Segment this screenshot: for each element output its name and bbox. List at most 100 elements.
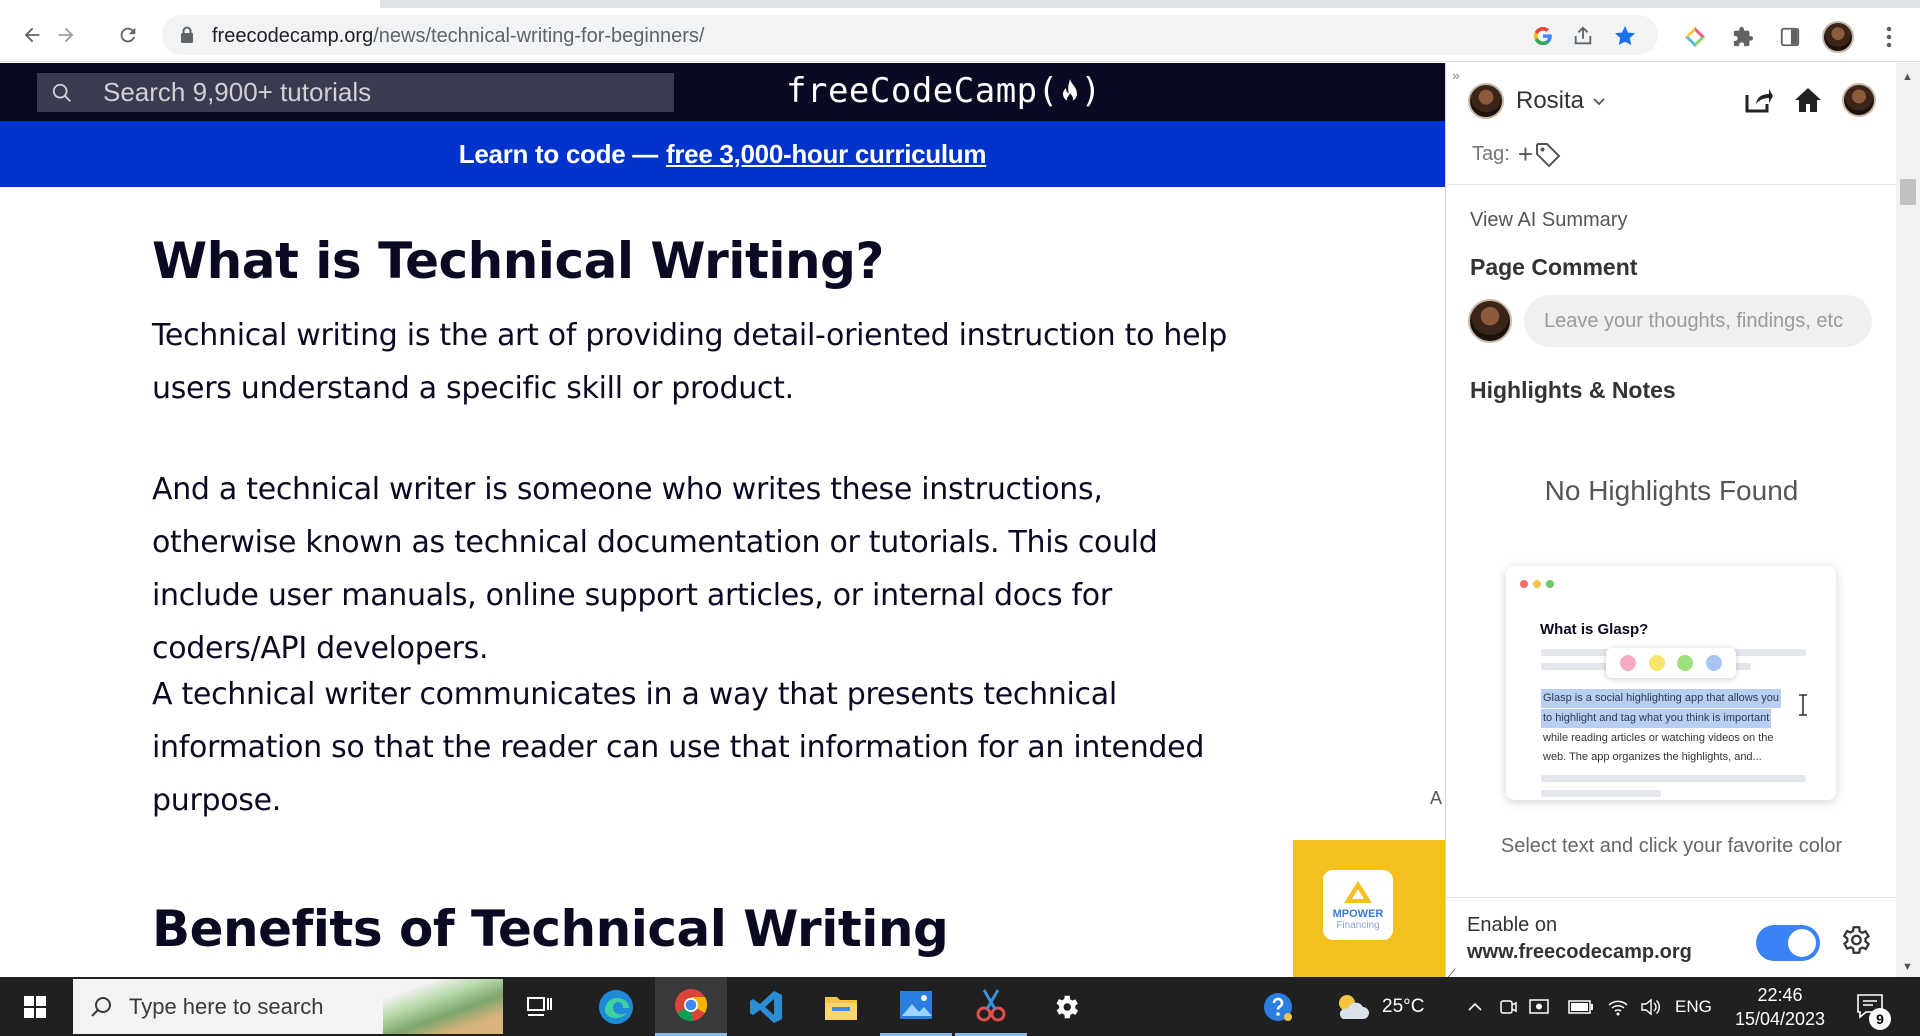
commenter-avatar [1468,299,1512,343]
user-name: Rosita [1516,87,1585,114]
page-comment-input[interactable] [1524,295,1872,347]
volume-icon[interactable] [1638,995,1662,1019]
placeholder-line [1541,775,1806,782]
heading-benefits: Benefits of Technical Writing [152,900,949,958]
search-highlight-image [383,979,503,1034]
tab-strip [0,0,1920,8]
illustration-title: What is Glasp? [1540,621,1649,638]
user-switcher[interactable]: Rosita [1468,83,1606,119]
address-bar[interactable]: freecodecamp.org/news/technical-writing-… [162,15,1658,55]
back-button[interactable] [14,17,50,53]
bookmark-star-icon[interactable] [1612,23,1638,49]
weather-icon[interactable] [1333,991,1371,1023]
logo-text: freeCodeCamp( [786,71,1059,111]
scroll-thumb[interactable] [1900,179,1916,205]
photos-icon [900,991,932,1019]
notification-center-button[interactable]: 9 [1855,992,1891,1030]
help-icon[interactable] [1262,991,1294,1023]
paragraph-3: A technical writer communicates in a way… [152,677,1205,818]
edge-icon [599,989,633,1024]
glasp-tutorial-illustration: What is Glasp? Glasp is a social highlig… [1506,566,1836,800]
windows-taskbar: Type here to search 25°C ENG 22:46 15/04… [0,977,1920,1036]
task-view-icon [527,996,552,1016]
weather-temp[interactable]: 25°C [1382,977,1424,1036]
highlighted-line-1: Glasp is a social highlighting app that … [1541,689,1782,708]
folder-icon [825,996,857,1020]
glasp-extension-icon[interactable] [1682,24,1708,50]
chevron-down-icon [1593,98,1605,106]
enable-on-site: www.freecodecamp.org [1467,941,1692,963]
arrow-left-icon [24,27,40,43]
show-hidden-icons-chevron-up-icon[interactable] [1463,995,1487,1019]
taskbar-photos[interactable] [880,977,952,1036]
add-tag-button[interactable]: + [1518,139,1533,170]
taskbar-file-explorer[interactable] [805,977,877,1036]
enable-on-text: Enable on [1467,914,1558,936]
start-button[interactable] [0,977,70,1036]
notification-count-badge: 9 [1869,1008,1891,1030]
scroll-up-icon[interactable]: ▲ [1902,71,1913,83]
site-logo[interactable]: freeCodeCamp() [786,71,1102,111]
settings-gear-icon[interactable] [1838,923,1872,957]
scissors-icon [976,989,1006,1022]
task-view-button[interactable] [504,977,576,1036]
search-icon [91,996,111,1017]
tag-row: Tag: + [1472,139,1561,170]
glasp-side-panel: » Rosita Tag: + View AI Summary Page Com… [1445,63,1897,977]
reload-button[interactable] [110,17,146,53]
color-palette [1606,648,1736,678]
select-text-hint: Select text and click your favorite colo… [1500,835,1843,857]
paragraph-2: And a technical writer is someone who wr… [152,472,1158,666]
ad-brand-line-2: Financing [1336,919,1380,931]
settings-icon [1056,995,1078,1018]
taskbar-search-placeholder: Type here to search [129,993,324,1019]
google-lens-icon[interactable] [1530,23,1556,49]
tag-label: Tag: [1472,143,1510,165]
panel-footer: Enable on www.freecodecamp.org [1446,897,1897,977]
share-icon[interactable] [1570,23,1596,49]
home-icon[interactable] [1794,87,1822,113]
enable-toggle[interactable] [1756,925,1820,961]
highlighted-line-2: to highlight and tag what you think is i… [1541,709,1772,728]
curriculum-link[interactable]: free 3,000-hour curriculum [666,139,987,170]
placeholder-line [1541,790,1661,797]
system-clock[interactable]: 22:46 15/04/2023 [1725,983,1835,1031]
meet-now-icon[interactable] [1496,995,1520,1019]
taskbar-snipping-tool[interactable] [955,977,1027,1036]
collapse-panel-button[interactable]: » [1452,67,1460,83]
tutorial-search[interactable]: Search 9,900+ tutorials [37,73,674,112]
chrome-icon [675,989,708,1022]
window-dots [1520,580,1554,588]
extensions-puzzle-icon[interactable] [1730,24,1756,50]
url-text[interactable]: freecodecamp.org/news/technical-writing-… [212,25,704,48]
view-ai-summary-link[interactable]: View AI Summary [1470,209,1627,232]
screen-record-icon[interactable] [1527,995,1551,1019]
windows-logo-icon [24,995,46,1018]
profile-icon[interactable] [1842,83,1876,117]
scroll-down-icon[interactable]: ▼ [1902,961,1913,973]
search-placeholder[interactable]: Search 9,900+ tutorials [103,77,371,108]
mpower-logo: MPOWER Financing [1323,870,1393,940]
highlights-notes-title: Highlights & Notes [1470,377,1676,403]
page-scrollbar[interactable]: ▲ ▼ [1896,63,1920,977]
side-panel-icon[interactable] [1777,24,1803,50]
taskbar-edge[interactable] [580,977,652,1036]
banner-text: Learn to code — [458,138,659,169]
profile-avatar[interactable] [1822,21,1854,53]
advertisement[interactable]: MPOWER Financing [1293,840,1445,977]
wifi-icon[interactable] [1606,995,1630,1019]
taskbar-chrome[interactable] [655,977,727,1036]
forward-button[interactable] [48,17,84,53]
active-tab[interactable] [0,0,380,8]
tag-icon[interactable] [1535,142,1561,168]
share-out-icon[interactable] [1744,86,1774,114]
taskbar-vscode[interactable] [730,977,802,1036]
battery-icon[interactable] [1568,995,1594,1019]
logo-close: ) [1080,71,1102,111]
taskbar-settings[interactable] [1030,977,1102,1036]
search-icon [49,80,75,106]
kebab-menu-icon[interactable] [1876,24,1902,50]
taskbar-search[interactable]: Type here to search [73,979,503,1034]
input-language[interactable]: ENG [1675,977,1712,1036]
no-highlights-message: No Highlights Found [1544,475,1799,506]
